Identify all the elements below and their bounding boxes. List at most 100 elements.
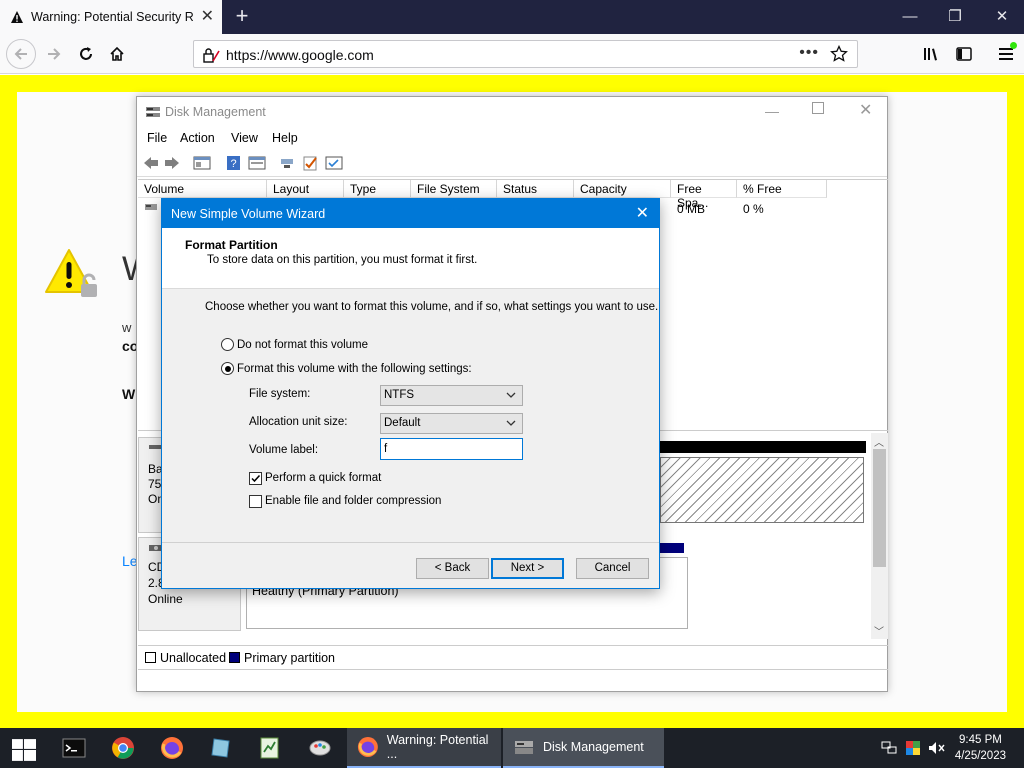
wizard-title: New Simple Volume Wizard <box>171 207 326 221</box>
window-title: Disk Management <box>165 105 266 119</box>
firefox-icon[interactable] <box>160 736 184 760</box>
legend-swatch-unallocated <box>145 652 156 663</box>
clock[interactable]: 9:45 PM 4/25/2023 <box>955 732 1006 764</box>
forward-button[interactable] <box>40 41 68 67</box>
volume-muted-icon[interactable] <box>928 741 946 755</box>
home-button[interactable] <box>103 41 131 67</box>
primary-partition-bar <box>660 543 684 553</box>
radio-do-not-format-label[interactable]: Do not format this volume <box>237 339 368 351</box>
menu-view[interactable]: View <box>231 131 258 145</box>
scrollbar-thumb[interactable] <box>873 449 886 567</box>
next-button[interactable]: Next > <box>491 558 564 579</box>
quick-format-checkbox[interactable] <box>249 472 262 485</box>
clock-date: 4/25/2023 <box>954 750 1006 762</box>
vertical-scrollbar[interactable]: ︿ ﹀ <box>871 433 888 639</box>
allocation-unit-dropdown[interactable]: Default <box>380 413 523 434</box>
chrome-icon[interactable] <box>111 736 135 760</box>
new-tab-button[interactable]: + <box>230 4 254 28</box>
file-system-value: NTFS <box>384 389 415 401</box>
radio-format-volume-label[interactable]: Format this volume with the following se… <box>237 363 472 375</box>
radio-do-not-format[interactable] <box>221 338 234 351</box>
file-system-label: File system: <box>249 388 311 400</box>
toolbar: ? <box>137 149 887 177</box>
connect-icon[interactable] <box>279 155 297 171</box>
svg-text:?: ? <box>230 158 236 170</box>
back-arrow-icon[interactable] <box>142 155 160 171</box>
app-menu-button[interactable] <box>992 41 1020 67</box>
checklist-icon[interactable] <box>302 155 320 171</box>
network-icon[interactable] <box>881 741 897 755</box>
insecure-lock-icon[interactable] <box>202 47 220 63</box>
scroll-down-icon[interactable]: ﹀ <box>874 623 884 638</box>
browser-tab-active[interactable]: Warning: Potential Security Ris ✕ <box>0 0 222 34</box>
address-bar[interactable]: https://www.google.com ••• <box>193 40 858 68</box>
disk-management-app-icon <box>515 741 533 754</box>
cancel-button[interactable]: Cancel <box>576 558 649 579</box>
wizard-close-icon[interactable]: ✕ <box>636 203 649 223</box>
properties-icon[interactable] <box>248 155 266 171</box>
sidebar-icon <box>956 47 972 61</box>
warning-lock-icon <box>45 249 97 297</box>
windows-start-icon[interactable] <box>12 738 36 762</box>
url-text: https://www.google.com <box>226 47 374 63</box>
library-icon <box>924 48 937 61</box>
scroll-up-icon[interactable]: ︿ <box>874 434 884 449</box>
column-header-free-space[interactable]: Free Spa... <box>671 180 737 210</box>
wizard-button-separator <box>162 542 659 543</box>
file-system-dropdown[interactable]: NTFS <box>380 385 523 406</box>
volume-label-input[interactable] <box>380 438 523 460</box>
warning-text-line: w <box>122 320 132 335</box>
column-header-status[interactable]: Status <box>497 180 574 198</box>
taskbar-app-firefox[interactable]: Warning: Potential ... <box>347 728 501 768</box>
warning-text-line: W <box>122 386 136 402</box>
minimize-window-button[interactable]: — <box>898 6 922 28</box>
back-button[interactable]: < Back <box>416 558 489 579</box>
close-window-button[interactable]: ✕ <box>990 6 1014 28</box>
library-button[interactable] <box>918 41 946 67</box>
minimize-button[interactable]: — <box>765 103 779 119</box>
sidebar-button[interactable] <box>950 41 978 67</box>
column-header-type[interactable]: Type <box>344 180 411 198</box>
page-actions-icon[interactable]: ••• <box>799 44 819 62</box>
home-icon <box>110 46 124 61</box>
allocation-unit-label: Allocation unit size: <box>249 416 348 428</box>
menu-help[interactable]: Help <box>272 131 298 145</box>
help-icon[interactable]: ? <box>225 155 243 171</box>
menu-file[interactable]: File <box>147 131 167 145</box>
maximize-button[interactable] <box>812 102 824 114</box>
bookmark-star-icon[interactable] <box>830 45 848 63</box>
paint-app-icon[interactable] <box>308 736 332 760</box>
column-header-volume[interactable]: Volume <box>138 180 267 198</box>
radio-format-volume[interactable] <box>221 362 234 375</box>
quick-format-label[interactable]: Perform a quick format <box>265 472 381 484</box>
terminal-icon[interactable] <box>62 736 86 760</box>
restore-window-button[interactable]: ❐ <box>943 6 967 28</box>
browser-tab-bar: Warning: Potential Security Ris ✕ + — ❐ … <box>0 0 1024 34</box>
wizard-header: Format Partition To store data on this p… <box>162 228 659 289</box>
compression-label[interactable]: Enable file and folder compression <box>265 495 441 507</box>
unallocated-region[interactable] <box>660 457 864 523</box>
legend-primary-partition: Primary partition <box>244 651 335 665</box>
color-app-tray-icon[interactable] <box>905 740 921 756</box>
reload-button[interactable] <box>72 41 100 67</box>
column-header-layout[interactable]: Layout <box>267 180 344 198</box>
browser-nav-bar: https://www.google.com ••• <box>0 34 1024 74</box>
column-header-percent-free[interactable]: % Free <box>737 180 827 198</box>
wizard-title-bar[interactable]: New Simple Volume Wizard ✕ <box>162 199 659 228</box>
forward-arrow-icon[interactable] <box>163 155 181 171</box>
notebook-app-icon[interactable] <box>209 736 233 760</box>
compression-checkbox[interactable] <box>249 495 262 508</box>
column-header-capacity[interactable]: Capacity <box>574 180 671 198</box>
rescan-icon[interactable] <box>325 155 343 171</box>
back-button[interactable] <box>6 39 36 69</box>
close-button[interactable]: ✕ <box>859 100 872 120</box>
disk-management-title-bar[interactable]: Disk Management — ✕ <box>137 97 887 127</box>
close-tab-icon[interactable]: ✕ <box>201 9 214 25</box>
arrow-right-icon <box>48 48 61 60</box>
menu-bar: File Action View Help <box>137 127 887 149</box>
console-tree-icon[interactable] <box>193 155 211 171</box>
column-header-file-system[interactable]: File System <box>411 180 497 198</box>
taskbar-app-disk-management[interactable]: Disk Management <box>503 728 664 768</box>
menu-action[interactable]: Action <box>180 131 215 145</box>
spreadsheet-app-icon[interactable] <box>258 736 282 760</box>
